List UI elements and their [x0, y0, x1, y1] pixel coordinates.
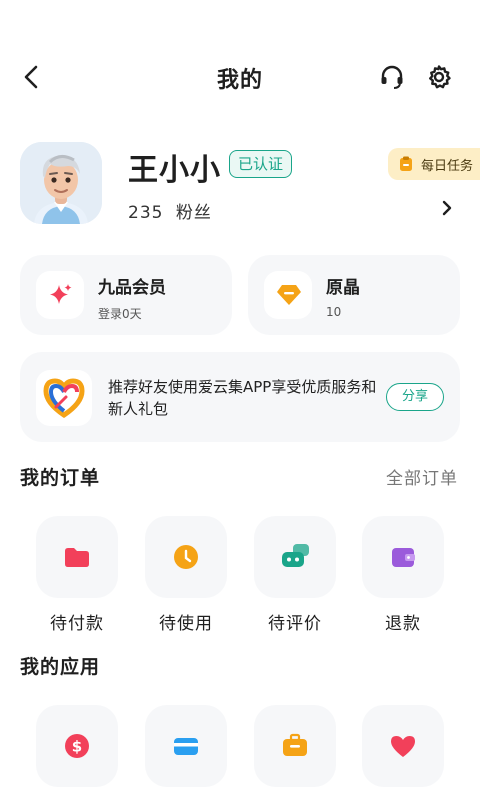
- heart-icon: [391, 736, 415, 757]
- headset-icon[interactable]: [379, 64, 405, 90]
- all-orders-link[interactable]: 全部订单: [386, 464, 458, 489]
- apps-section-title: 我的应用: [20, 656, 101, 678]
- fans-number: 235: [128, 203, 164, 223]
- verified-badge: 已认证: [229, 150, 293, 178]
- gem-icon: [277, 285, 301, 305]
- referral-logo-box: [36, 370, 92, 426]
- folder-icon: [65, 548, 89, 567]
- referral-text: 推荐好友使用爱云集APP享受优质服务和新人礼包: [108, 378, 377, 418]
- card-icon: [174, 738, 198, 755]
- order-label-to-review: 待评价: [268, 614, 322, 634]
- chat-icon: [282, 544, 309, 567]
- app-tile-card[interactable]: [145, 705, 227, 787]
- crystal-icon-box: [264, 271, 312, 319]
- daily-task-button[interactable]: 每日任务: [388, 148, 480, 180]
- username: 王小小: [128, 153, 221, 188]
- membership-card[interactable]: 九品会员 登录0天: [20, 255, 232, 335]
- share-button[interactable]: 分享: [386, 383, 444, 411]
- sparkle-icon: [50, 284, 72, 304]
- order-tile-pending-payment[interactable]: [36, 516, 118, 598]
- order-label-to-use: 待使用: [159, 614, 213, 634]
- chevron-right-icon[interactable]: [438, 198, 456, 218]
- briefcase-icon: [283, 733, 307, 756]
- orders-section-title: 我的订单: [20, 467, 101, 489]
- order-tile-refund[interactable]: [362, 516, 444, 598]
- dollar-icon: $: [65, 734, 89, 758]
- crystal-card[interactable]: 原晶 10: [248, 255, 460, 335]
- order-label-refund: 退款: [385, 614, 421, 634]
- clipboard-icon: [400, 156, 412, 171]
- fans-label: 粉丝: [175, 203, 212, 223]
- order-tile-to-use[interactable]: [145, 516, 227, 598]
- wallet-icon: [392, 548, 415, 567]
- clock-icon: [174, 545, 198, 569]
- order-label-pending-payment: 待付款: [50, 614, 104, 634]
- avatar[interactable]: [20, 142, 102, 224]
- order-tile-to-review[interactable]: [254, 516, 336, 598]
- fans-count: 235 粉丝: [128, 198, 212, 223]
- page-title: 我的: [216, 68, 263, 93]
- app-tile-briefcase[interactable]: [254, 705, 336, 787]
- heart-logo-icon: [43, 378, 85, 419]
- membership-subtitle: 登录0天: [98, 307, 142, 321]
- crystal-title: 原晶: [326, 278, 360, 298]
- crystal-value: 10: [326, 305, 342, 319]
- referral-banner[interactable]: 推荐好友使用爱云集APP享受优质服务和新人礼包 分享: [20, 352, 460, 442]
- app-tile-favorites[interactable]: [362, 705, 444, 787]
- membership-title: 九品会员: [98, 278, 166, 298]
- daily-task-label: 每日任务: [421, 159, 474, 174]
- membership-icon-box: [36, 271, 84, 319]
- settings-gear-icon[interactable]: [426, 64, 452, 90]
- app-tile-payment[interactable]: $: [36, 705, 118, 787]
- svg-text:$: $: [72, 738, 82, 756]
